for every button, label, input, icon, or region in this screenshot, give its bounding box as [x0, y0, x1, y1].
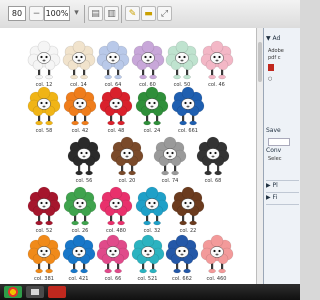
- sheep-icon: [200, 234, 233, 274]
- panel-text: Selec: [268, 156, 282, 162]
- sheep-swatch: col. 20: [105, 134, 149, 190]
- zoom-dropdown-button[interactable]: ▾: [72, 6, 81, 21]
- sheep-icon: [171, 186, 205, 226]
- panel-convert-label: Conv: [266, 147, 282, 154]
- os-taskbar: [0, 284, 300, 300]
- sheep-icon: [110, 136, 144, 176]
- panel-select-field[interactable]: [268, 138, 290, 146]
- highlight-icon[interactable]: ▬: [141, 6, 156, 21]
- fit-page-button[interactable]: ▤: [88, 6, 103, 21]
- document-page: col. 12 col. 14 col. 64 col. 60 col. 50 col. …: [0, 28, 256, 284]
- sheep-icon: [67, 136, 101, 176]
- panel-header-plugins[interactable]: ▶ Pl: [266, 180, 299, 191]
- sheep-swatch: col. 74: [148, 134, 192, 190]
- sheep-icon: [153, 136, 187, 176]
- zoom-level-field[interactable]: 100%: [44, 6, 70, 21]
- panel-save-label: Save: [266, 127, 281, 134]
- chrome-icon[interactable]: [4, 286, 22, 298]
- pdf-icon: [268, 64, 274, 71]
- sheep-swatch: col. 56: [62, 134, 106, 190]
- tools-panel: ▼ Ad Adobe pdf c ○ Save Conv Selec ▶ Pl …: [263, 28, 300, 284]
- sheep-swatch: col. 661: [166, 84, 210, 140]
- sheep-icon: [171, 86, 205, 126]
- panel-text: pdf c: [268, 55, 281, 61]
- page-number-field[interactable]: 80: [8, 6, 26, 21]
- expand-icon[interactable]: ⤢: [157, 6, 172, 21]
- zoom-out-button[interactable]: −: [29, 6, 44, 21]
- comment-icon[interactable]: ✎: [125, 6, 140, 21]
- sheep-swatch: col. 460: [195, 232, 239, 284]
- toolbar-separator: [84, 5, 85, 23]
- toolbar-separator: [121, 5, 122, 23]
- viewer-toolbar: 80 − 100% ▾ ▤ ▥ ✎ ▬ ⤢: [0, 0, 300, 29]
- scrollbar-thumb[interactable]: [258, 42, 262, 82]
- fit-width-button[interactable]: ▥: [104, 6, 119, 21]
- toolbox-icon[interactable]: [26, 286, 44, 298]
- panel-header-files[interactable]: ▶ Fi: [266, 192, 299, 203]
- sheep-icon: [196, 136, 230, 176]
- panel-text: ○: [268, 76, 273, 82]
- sheep-icon: [200, 40, 233, 80]
- sheep-swatch: col. 68: [191, 134, 235, 190]
- acrobat-icon[interactable]: [48, 286, 66, 298]
- vertical-scrollbar[interactable]: [256, 28, 263, 284]
- panel-text: Adobe: [268, 48, 284, 54]
- panel-divider: [266, 204, 299, 205]
- panel-header-adobe[interactable]: ▼ Ad: [266, 34, 299, 44]
- sheep-color-label: col. 460: [206, 276, 227, 282]
